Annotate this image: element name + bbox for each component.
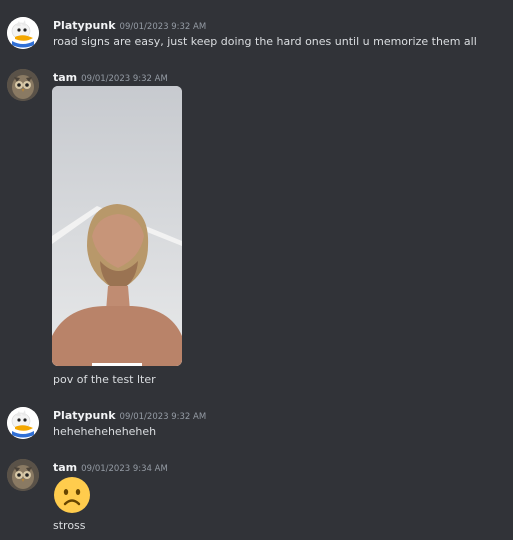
photo-attachment-icon — [52, 86, 182, 366]
owl-avatar-icon — [7, 69, 39, 101]
username[interactable]: Platypunk — [53, 409, 116, 422]
message-timestamp[interactable]: 09/01/2023 9:32 AM — [120, 22, 207, 32]
user-avatar[interactable] — [7, 17, 39, 49]
message-timestamp[interactable]: 09/01/2023 9:34 AM — [81, 464, 168, 474]
username[interactable]: tam — [53, 461, 77, 474]
message-timestamp[interactable]: 09/01/2023 9:32 AM — [120, 412, 207, 422]
message-text: stross — [53, 519, 86, 532]
message-text: heheheheheheheh — [53, 425, 157, 438]
user-avatar[interactable] — [7, 69, 39, 101]
user-avatar[interactable] — [7, 459, 39, 491]
duck-avatar-icon — [7, 407, 39, 439]
image-attachment[interactable] — [52, 86, 182, 366]
owl-avatar-icon — [7, 459, 39, 491]
message-text: pov of the test lter — [53, 373, 156, 386]
message-text: road signs are easy, just keep doing the… — [53, 35, 477, 48]
frowning-face-emoji-icon[interactable] — [53, 476, 91, 514]
chat-message-list: Platypunk 09/01/2023 9:32 AM road signs a… — [0, 0, 513, 540]
username[interactable]: tam — [53, 71, 77, 84]
username[interactable]: Platypunk — [53, 19, 116, 32]
duck-avatar-icon — [7, 17, 39, 49]
user-avatar[interactable] — [7, 407, 39, 439]
message-timestamp[interactable]: 09/01/2023 9:32 AM — [81, 74, 168, 84]
